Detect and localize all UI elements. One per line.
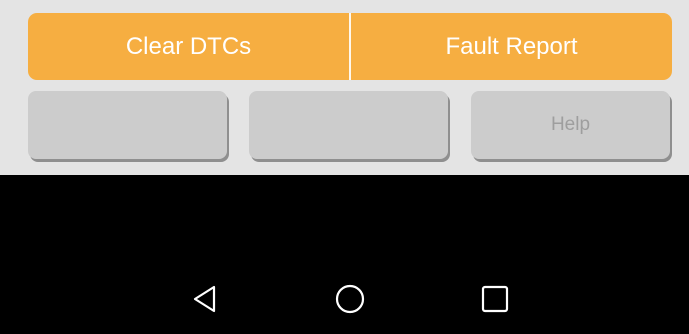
recents-icon[interactable] [478,282,512,316]
home-icon[interactable] [333,282,367,316]
action-panel: Clear DTCs Fault Report Help [0,0,689,175]
help-button[interactable]: Help [471,91,670,159]
primary-bar-divider [349,13,351,80]
secondary-button-2[interactable] [249,91,448,159]
secondary-button-1[interactable] [28,91,227,159]
clear-dtcs-button[interactable]: Clear DTCs [28,13,349,80]
system-navigation-bar [0,265,689,334]
back-icon[interactable] [188,282,222,316]
fault-report-button[interactable]: Fault Report [351,13,672,80]
primary-action-bar: Clear DTCs Fault Report [28,13,672,80]
